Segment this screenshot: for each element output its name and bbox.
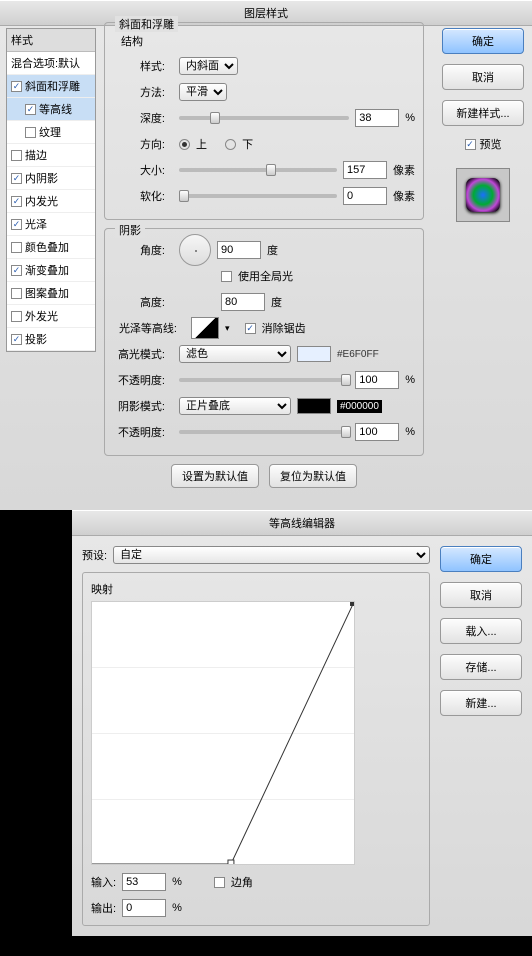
direction-down-radio[interactable] [225, 139, 236, 150]
reset-default-button[interactable]: 复位为默认值 [269, 464, 357, 488]
sidebar-item-11[interactable]: ✓投影 [7, 328, 95, 351]
effect-checkbox[interactable]: ✓ [11, 81, 22, 92]
input-field[interactable] [122, 873, 166, 891]
mapping-label: 映射 [91, 581, 421, 597]
structure-label: 结构 [121, 33, 415, 49]
sidebar-header: 样式 [7, 29, 95, 52]
depth-slider[interactable] [179, 116, 349, 120]
new-style-button[interactable]: 新建样式... [442, 100, 524, 126]
direction-up-radio[interactable] [179, 139, 190, 150]
cancel-button[interactable]: 取消 [442, 64, 524, 90]
sidebar-item-3[interactable]: 描边 [7, 144, 95, 167]
effect-checkbox[interactable]: ✓ [11, 219, 22, 230]
effect-checkbox[interactable] [11, 288, 22, 299]
shadow-mode-select[interactable]: 正片叠底 [179, 397, 291, 415]
soften-input[interactable] [343, 187, 387, 205]
shadow-opacity-input[interactable] [355, 423, 399, 441]
bevel-title: 斜面和浮雕 [115, 16, 178, 32]
altitude-input[interactable] [221, 293, 265, 311]
sidebar-item-6[interactable]: ✓光泽 [7, 213, 95, 236]
output-field[interactable] [122, 899, 166, 917]
contour-load-button[interactable]: 载入... [440, 618, 522, 644]
preview-checkbox[interactable]: ✓预览 [465, 136, 502, 152]
antialias-checkbox[interactable]: ✓ [245, 323, 256, 334]
effect-checkbox[interactable]: ✓ [11, 196, 22, 207]
effect-checkbox[interactable] [11, 150, 22, 161]
highlight-opacity-slider[interactable] [179, 378, 349, 382]
contour-title: 等高线编辑器 [72, 510, 532, 536]
highlight-color[interactable] [297, 346, 331, 362]
technique-select[interactable]: 平滑 [179, 83, 227, 101]
sidebar-item-7[interactable]: 颜色叠加 [7, 236, 95, 259]
contour-cancel-button[interactable]: 取消 [440, 582, 522, 608]
preset-label: 预设: [82, 547, 107, 563]
effect-checkbox[interactable]: ✓ [11, 334, 22, 345]
ok-button[interactable]: 确定 [442, 28, 524, 54]
sidebar-item-5[interactable]: ✓内发光 [7, 190, 95, 213]
effect-checkbox[interactable]: ✓ [11, 265, 22, 276]
global-light-checkbox[interactable] [221, 271, 232, 282]
sidebar-item-10[interactable]: 外发光 [7, 305, 95, 328]
angle-dial[interactable] [179, 234, 211, 266]
blending-options[interactable]: 混合选项:默认 [7, 52, 95, 75]
sidebar-item-9[interactable]: 图案叠加 [7, 282, 95, 305]
curve-canvas[interactable] [91, 601, 355, 865]
highlight-opacity-input[interactable] [355, 371, 399, 389]
soften-slider[interactable] [179, 194, 337, 198]
highlight-mode-select[interactable]: 滤色 [179, 345, 291, 363]
dialog-buttons: 确定 取消 新建样式... ✓预览 [442, 28, 524, 222]
input-label: 输入: [91, 874, 116, 890]
preview-thumbnail [456, 168, 510, 222]
mapping-group: 映射 输入: % 边角 输出: % [82, 572, 430, 926]
gloss-contour[interactable] [191, 317, 219, 339]
output-label: 输出: [91, 900, 116, 916]
effect-checkbox[interactable]: ✓ [11, 173, 22, 184]
styles-sidebar: 样式 混合选项:默认 ✓斜面和浮雕✓等高线纹理描边✓内阴影✓内发光✓光泽颜色叠加… [6, 28, 96, 352]
sidebar-item-1[interactable]: ✓等高线 [7, 98, 95, 121]
sidebar-item-2[interactable]: 纹理 [7, 121, 95, 144]
contour-ok-button[interactable]: 确定 [440, 546, 522, 572]
size-slider[interactable] [179, 168, 337, 172]
effect-checkbox[interactable] [11, 311, 22, 322]
preset-select[interactable]: 自定 [113, 546, 430, 564]
sidebar-item-8[interactable]: ✓渐变叠加 [7, 259, 95, 282]
sidebar-item-0[interactable]: ✓斜面和浮雕 [7, 75, 95, 98]
layer-style-dialog: 图层样式 样式 混合选项:默认 ✓斜面和浮雕✓等高线纹理描边✓内阴影✓内发光✓光… [0, 0, 532, 510]
shadow-color[interactable] [297, 398, 331, 414]
depth-input[interactable] [355, 109, 399, 127]
shadow-opacity-slider[interactable] [179, 430, 349, 434]
effect-checkbox[interactable]: ✓ [25, 104, 36, 115]
contour-editor-dialog: 等高线编辑器 预设: 自定 映射 输入: % 边角 [72, 510, 532, 936]
effect-checkbox[interactable] [25, 127, 36, 138]
sidebar-item-4[interactable]: ✓内阴影 [7, 167, 95, 190]
corner-checkbox[interactable] [214, 877, 225, 888]
effect-checkbox[interactable] [11, 242, 22, 253]
size-input[interactable] [343, 161, 387, 179]
angle-input[interactable] [217, 241, 261, 259]
make-default-button[interactable]: 设置为默认值 [171, 464, 259, 488]
shading-title: 阴影 [115, 222, 145, 238]
bevel-settings: 斜面和浮雕 结构 样式:内斜面 方法:平滑 深度:% 方向:上 下 大小:像素 … [104, 22, 424, 488]
style-select[interactable]: 内斜面 [179, 57, 238, 75]
contour-new-button[interactable]: 新建... [440, 690, 522, 716]
contour-save-button[interactable]: 存储... [440, 654, 522, 680]
